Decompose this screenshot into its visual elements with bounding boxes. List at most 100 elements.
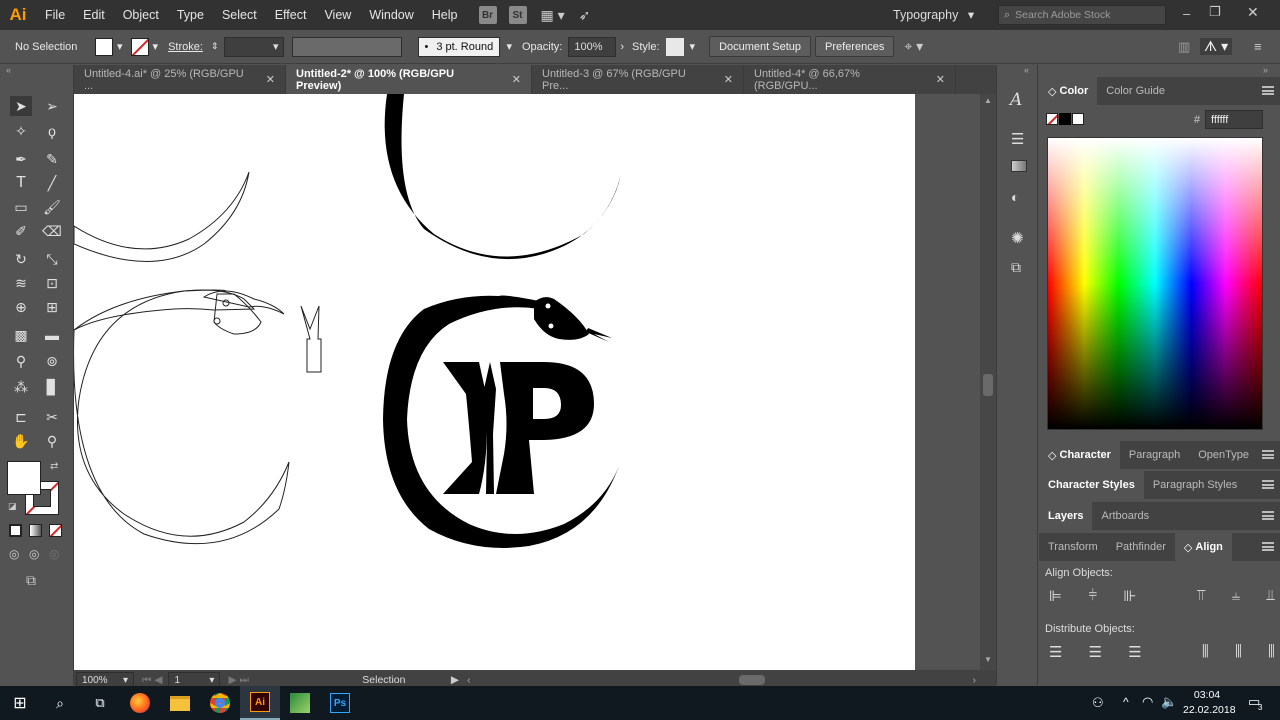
- tab-character-styles[interactable]: Character Styles: [1039, 471, 1144, 499]
- character-panel-icon[interactable]: A: [1010, 90, 1022, 110]
- gradient-panel-icon[interactable]: [1011, 160, 1027, 172]
- symbol-sprayer-tool-icon[interactable]: ⁂: [10, 377, 32, 397]
- restore-icon[interactable]: ❐: [1209, 4, 1221, 20]
- fill-swatch[interactable]: [95, 37, 113, 56]
- white-swatch[interactable]: [1072, 113, 1084, 125]
- distribute-left-icon[interactable]: ⫼: [1202, 643, 1209, 661]
- illustrator-taskbar-icon[interactable]: Ai: [240, 686, 280, 720]
- magic-wand-tool-icon[interactable]: ✧: [10, 121, 32, 141]
- slice-tool-icon[interactable]: ✂: [41, 407, 63, 427]
- tab-untitled-2[interactable]: Untitled-2* @ 100% (RGB/GPU Preview) ✕: [286, 65, 532, 94]
- close-tab-icon[interactable]: ✕: [266, 73, 275, 86]
- chevron-down-icon[interactable]: ▾: [506, 40, 512, 53]
- distribute-vcenter-icon[interactable]: ☰: [1089, 643, 1102, 661]
- tab-paragraph-styles[interactable]: Paragraph Styles: [1144, 471, 1246, 499]
- panel-menu-icon[interactable]: [1262, 480, 1274, 489]
- opacity-field[interactable]: 100%: [568, 36, 617, 57]
- rectangle-tool-icon[interactable]: ▭: [10, 197, 32, 217]
- fill-box-front[interactable]: [7, 461, 41, 495]
- chevron-down-icon[interactable]: ▾: [117, 40, 123, 53]
- graphic-styles-panel-icon[interactable]: ⧉: [1011, 259, 1021, 276]
- tab-untitled-3[interactable]: Untitled-3 @ 67% (RGB/GPU Pre... ✕: [532, 65, 744, 94]
- menu-edit[interactable]: Edit: [74, 8, 114, 22]
- tab-align[interactable]: ◇ Align: [1174, 533, 1232, 561]
- gpu-rocket-icon[interactable]: ➶: [579, 7, 591, 24]
- direct-selection-tool-icon[interactable]: ➢: [41, 96, 63, 116]
- menu-effect[interactable]: Effect: [266, 8, 316, 22]
- shaper-tool-icon[interactable]: ✐: [10, 221, 32, 241]
- hand-tool-icon[interactable]: ✋: [10, 431, 32, 451]
- align-grid-icon[interactable]: ▥: [1178, 39, 1190, 55]
- menu-object[interactable]: Object: [114, 8, 168, 22]
- free-transform-tool-icon[interactable]: ⊡: [41, 273, 63, 293]
- panel-menu-icon[interactable]: [1262, 511, 1274, 520]
- none-mode-icon[interactable]: [49, 524, 62, 537]
- h-scroll-thumb[interactable]: [739, 675, 765, 685]
- perspective-grid-tool-icon[interactable]: ⊞: [41, 297, 63, 317]
- panel-menu-icon[interactable]: [1262, 450, 1274, 459]
- draw-behind-icon[interactable]: ◎: [29, 547, 39, 561]
- eyedropper-tool-icon[interactable]: ⚲: [10, 351, 32, 371]
- distribute-bottom-icon[interactable]: ☰: [1128, 643, 1141, 661]
- tab-color[interactable]: ◇ Color: [1039, 77, 1098, 105]
- pen-tool-icon[interactable]: ✒: [10, 149, 32, 169]
- align-vcenter-icon[interactable]: ⫨: [1232, 587, 1240, 605]
- network-icon[interactable]: ◠: [1142, 694, 1153, 710]
- align-right-icon[interactable]: ⊪: [1123, 587, 1136, 605]
- stroke-weight-field[interactable]: ▾: [224, 36, 285, 57]
- none-swatch[interactable]: [1046, 113, 1058, 125]
- mesh-tool-icon[interactable]: ▩: [10, 325, 32, 345]
- gif-app-icon[interactable]: [280, 686, 320, 720]
- tab-opentype[interactable]: OpenType: [1189, 441, 1258, 469]
- tab-color-guide[interactable]: Color Guide: [1097, 77, 1174, 105]
- gradient-mode-icon[interactable]: [29, 524, 42, 537]
- curvature-tool-icon[interactable]: ✎: [41, 149, 63, 169]
- bridge-button[interactable]: Br: [478, 6, 497, 24]
- hex-input[interactable]: ffffff: [1205, 110, 1263, 129]
- shape-builder-tool-icon[interactable]: ⊕: [10, 297, 32, 317]
- task-view-icon[interactable]: ⧉: [80, 686, 120, 720]
- column-graph-tool-icon[interactable]: ▊: [41, 377, 63, 397]
- draw-inside-icon[interactable]: ◎: [49, 547, 59, 561]
- tab-transform[interactable]: Transform: [1039, 533, 1107, 561]
- stroke-stepper-icon[interactable]: ⇕: [211, 41, 219, 52]
- menu-select[interactable]: Select: [213, 8, 266, 22]
- volume-icon[interactable]: 🔈: [1161, 694, 1177, 710]
- tab-layers[interactable]: Layers: [1039, 502, 1093, 530]
- selection-tool-icon[interactable]: ➤: [10, 96, 32, 116]
- file-explorer-icon[interactable]: [160, 686, 200, 720]
- close-tab-icon[interactable]: ✕: [936, 73, 945, 86]
- tab-paragraph[interactable]: Paragraph: [1120, 441, 1189, 469]
- menu-window[interactable]: Window: [360, 8, 422, 22]
- minimize-icon[interactable]: –: [1183, 6, 1190, 21]
- panel-menu-icon[interactable]: [1262, 542, 1274, 551]
- lasso-tool-icon[interactable]: ϙ: [41, 121, 63, 141]
- artboard-tool-icon[interactable]: ⊏: [10, 407, 32, 427]
- gradient-tool-icon[interactable]: ▬: [41, 325, 63, 345]
- style-swatch[interactable]: [665, 37, 684, 56]
- close-tab-icon[interactable]: ✕: [512, 73, 521, 86]
- tray-chevron-icon[interactable]: ^: [1123, 695, 1129, 709]
- transform-icon[interactable]: ⌖ ▾: [904, 38, 923, 55]
- chrome-icon[interactable]: [200, 686, 240, 720]
- menu-type[interactable]: Type: [168, 8, 213, 22]
- align-hcenter-icon[interactable]: ⫩: [1088, 587, 1097, 605]
- chevron-right-icon[interactable]: ›: [620, 41, 624, 53]
- tab-character[interactable]: ◇ Character: [1039, 441, 1120, 469]
- panel-menu-icon[interactable]: [1262, 86, 1274, 95]
- search-icon[interactable]: ⌕: [40, 686, 80, 720]
- rotate-tool-icon[interactable]: ↻: [10, 249, 32, 269]
- screen-mode-icon[interactable]: ⧉: [26, 572, 36, 589]
- transparency-panel-icon[interactable]: ◐: [1011, 189, 1019, 205]
- scroll-down-icon[interactable]: ▼: [984, 655, 992, 664]
- artwork[interactable]: [74, 94, 915, 670]
- align-left-icon[interactable]: ⊫: [1049, 587, 1062, 605]
- scroll-right-icon[interactable]: ›: [973, 674, 977, 686]
- blend-tool-icon[interactable]: ⊚: [41, 351, 63, 371]
- scroll-left-icon[interactable]: ‹: [467, 674, 471, 686]
- preferences-button[interactable]: Preferences: [815, 36, 895, 57]
- brush-field[interactable]: • 3 pt. Round: [418, 36, 501, 57]
- tab-untitled-4[interactable]: Untitled-4* @ 66,67% (RGB/GPU... ✕: [744, 65, 956, 94]
- swap-fill-stroke-icon[interactable]: ⇄: [50, 461, 58, 472]
- line-tool-icon[interactable]: ╱: [41, 173, 63, 193]
